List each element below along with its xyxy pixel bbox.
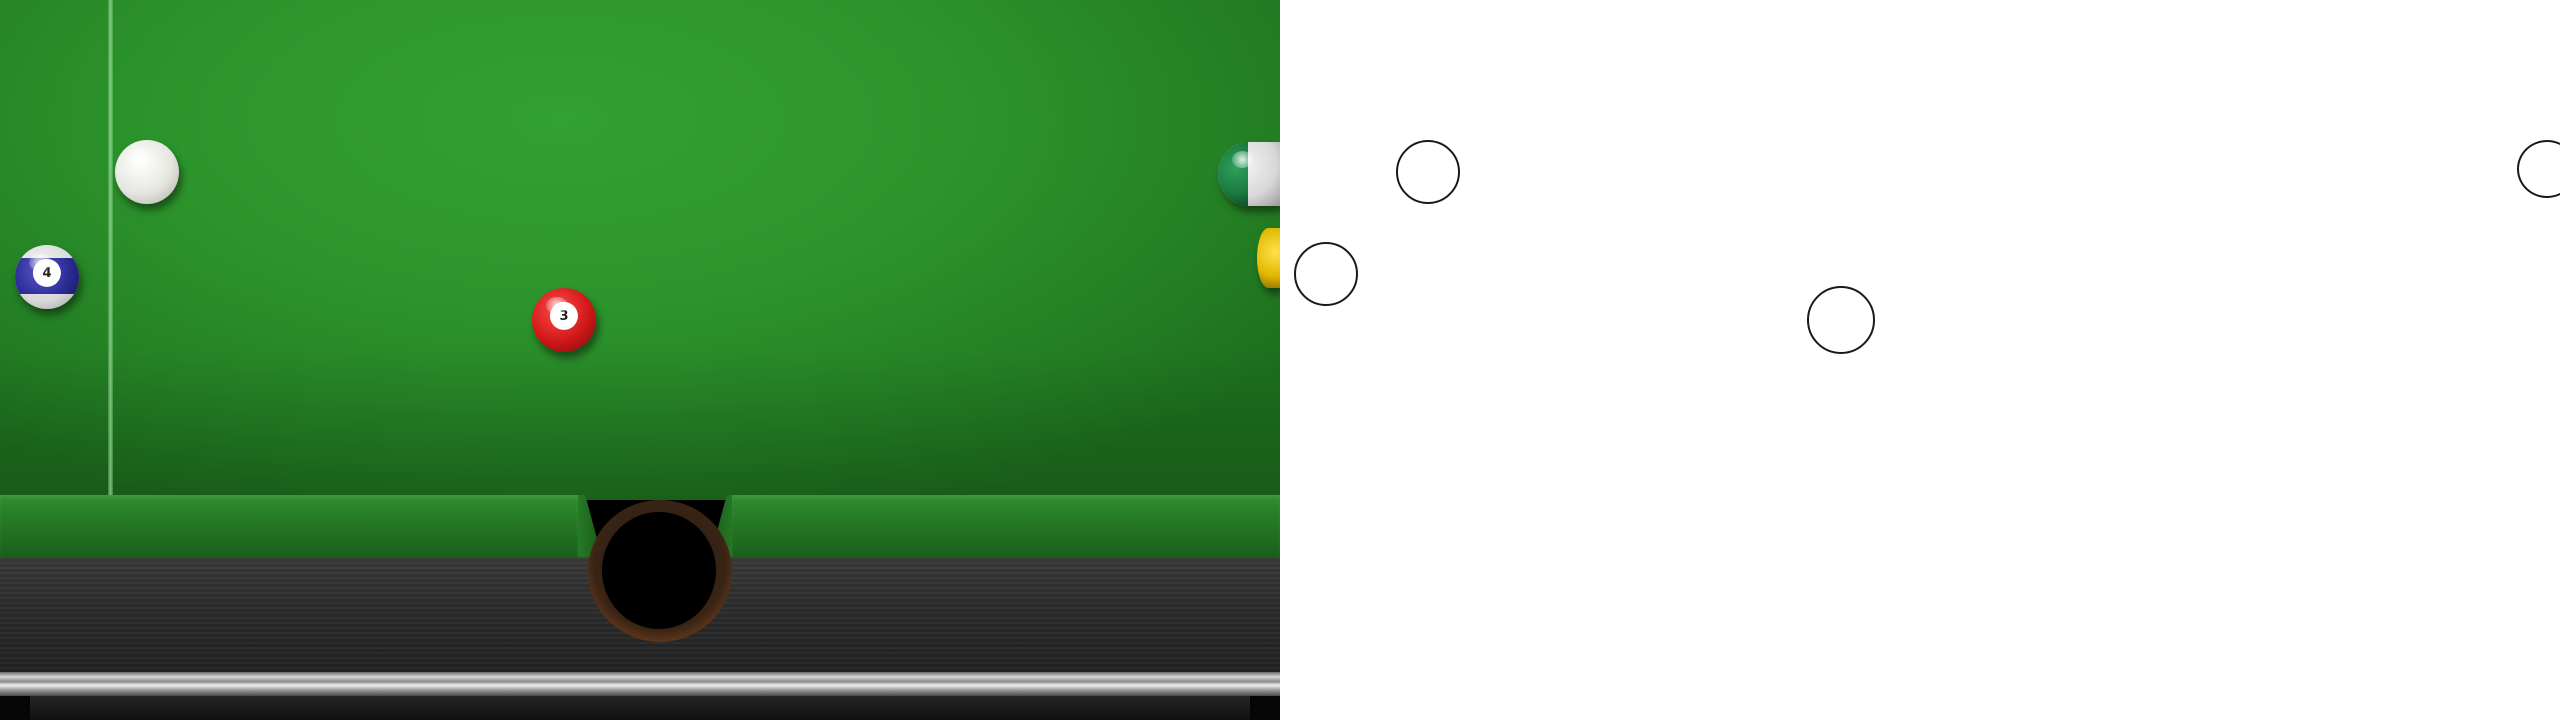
cue-ball[interactable] [115,140,179,204]
table-base-edge-right [1250,696,1280,720]
bottom-center-pocket [602,512,716,629]
pool-table-view: 4 3 [0,0,1280,720]
ball-gloss [546,296,568,314]
chrome-trim [0,672,1280,696]
ball-gloss [1231,150,1253,168]
felt-shade [0,0,1280,500]
yellow-solid-ball[interactable] [1257,228,1280,288]
ball-3-outline [1807,286,1875,354]
cue-ball-outline [1396,140,1460,204]
bottom-cushion-right [732,495,1280,557]
bottom-cushion-left [0,495,578,557]
ball-gloss [129,148,151,166]
ball-4-outline [1294,242,1358,306]
table-base [0,696,1280,720]
ball-gloss [29,253,51,271]
green-ball-outline [2517,140,2560,198]
ball-4-stripe[interactable]: 4 [15,245,79,309]
green-stripe-ball[interactable] [1218,142,1280,206]
table-base-edge-left [0,696,30,720]
ball-3-solid[interactable]: 3 [532,288,596,352]
baulk-line [108,0,113,495]
